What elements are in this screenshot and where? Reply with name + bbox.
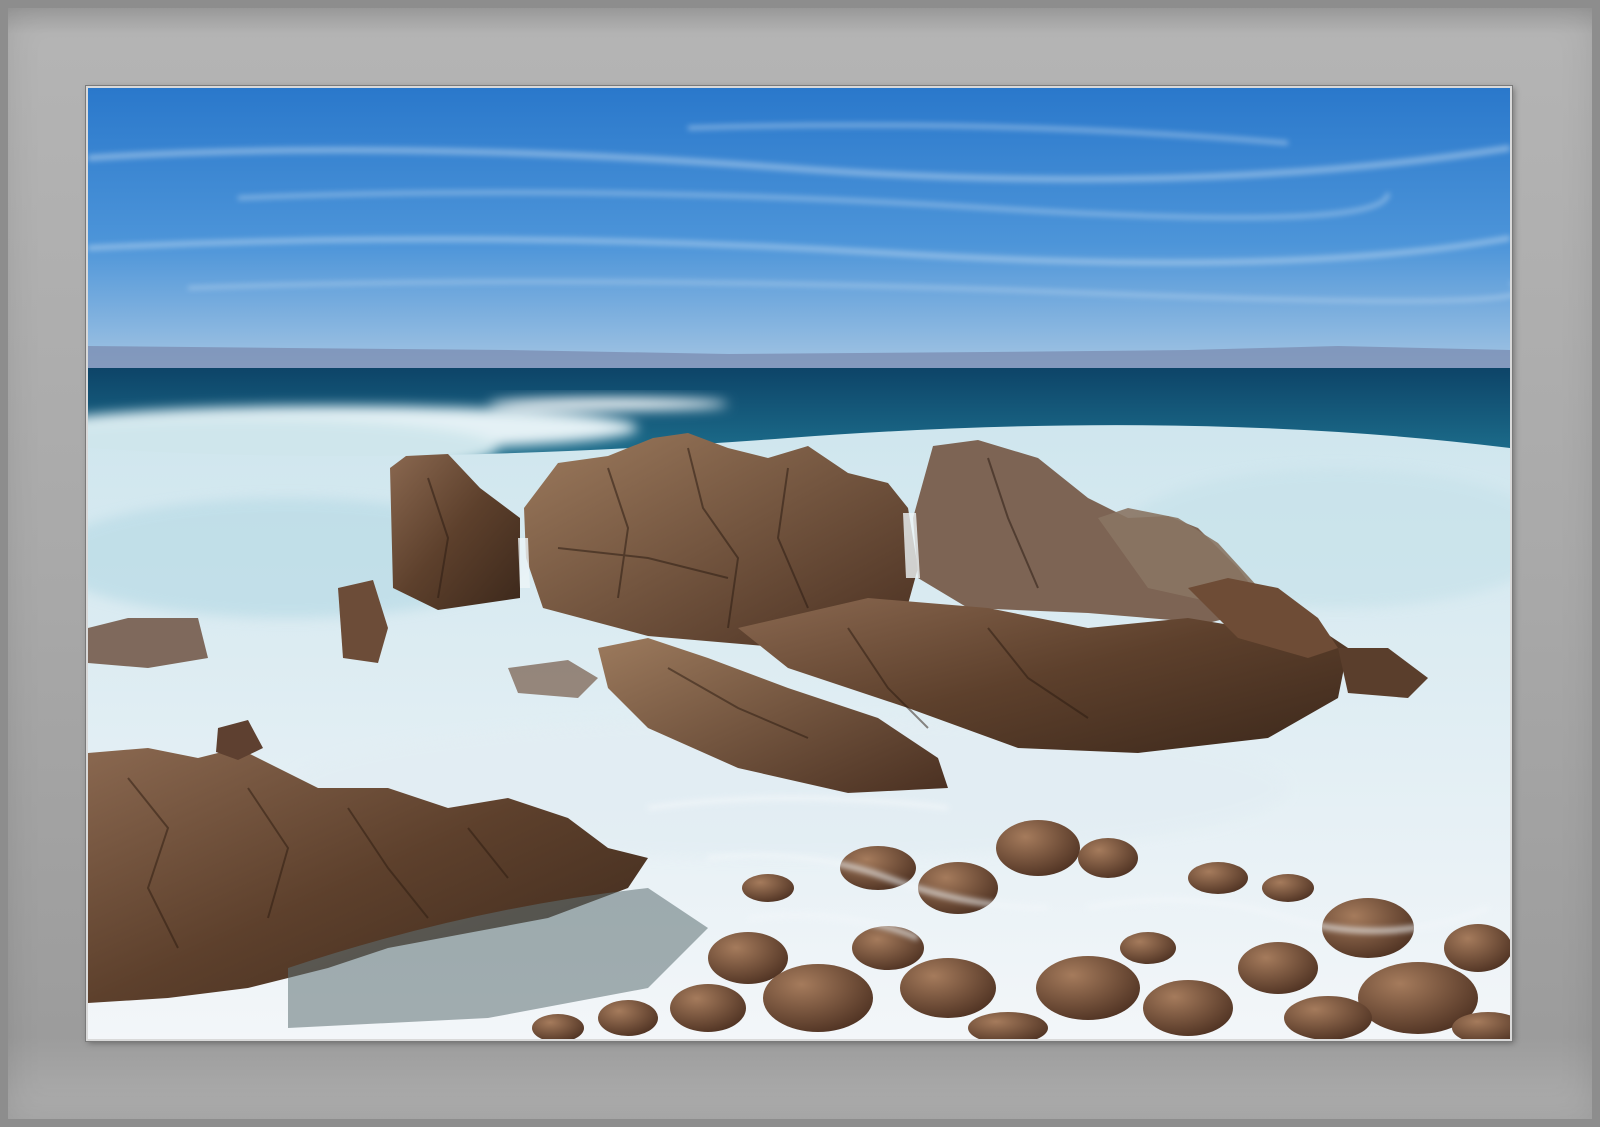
seascape-photo [88,88,1510,1039]
picture-frame [0,0,1600,1127]
sky [88,88,1510,373]
